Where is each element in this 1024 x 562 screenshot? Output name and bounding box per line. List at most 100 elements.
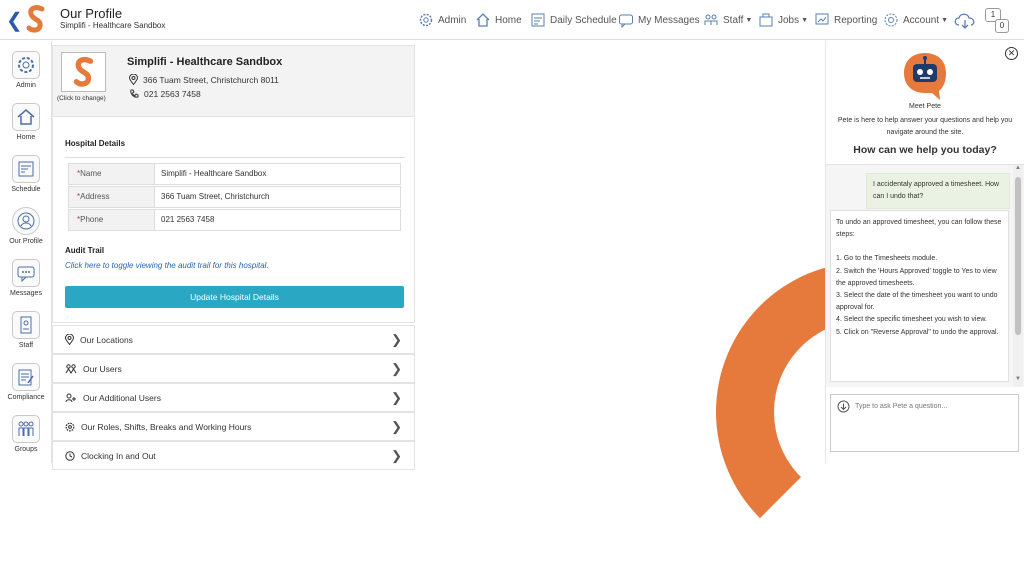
gear-icon — [419, 13, 433, 27]
profile-header: (Click to change) Simplifi - Healthcare … — [52, 45, 415, 117]
logo-caption[interactable]: (Click to change) — [57, 95, 106, 102]
download-icon[interactable] — [837, 400, 850, 413]
jobs-icon — [759, 13, 773, 27]
scrollbar-thumb[interactable] — [1015, 177, 1021, 335]
accordion-our-locations[interactable]: Our Locations ❯ — [52, 325, 415, 354]
chat-intro: Pete is here to help answer your questio… — [837, 117, 1013, 136]
sidebar-item-our-profile[interactable]: Our Profile — [0, 207, 52, 245]
name-field-row: *Name Simplifi - Healthcare Sandbox — [68, 163, 401, 185]
accordion-our-additional-users[interactable]: Our Additional Users ❯ — [52, 383, 415, 412]
chat-scrollbar[interactable]: ▲ ▼ — [1013, 165, 1023, 387]
users-icon — [65, 363, 77, 374]
field-label: *Name — [69, 164, 155, 184]
sidebar-item-label: Staff — [18, 342, 34, 349]
reporting-icon — [815, 13, 829, 25]
message-badge[interactable]: 0 — [995, 19, 1009, 33]
messages-icon — [619, 14, 633, 28]
chat-input-box — [830, 394, 1019, 452]
divider — [65, 157, 405, 158]
nav-jobs[interactable]: Jobs ▼ — [758, 10, 808, 30]
chevron-down-icon: ▼ — [745, 16, 753, 24]
audit-trail-link[interactable]: Click here to toggle viewing the audit t… — [65, 261, 269, 270]
back-arrow-icon[interactable]: ❮ — [6, 8, 23, 33]
page-title: Our Profile — [60, 6, 123, 21]
nav-staff-label: Staff — [723, 14, 744, 26]
phone-field[interactable]: 021 2563 7458 — [155, 210, 214, 230]
sidebar-item-label: Our Profile — [9, 238, 43, 245]
sidebar-item-label: Messages — [10, 290, 42, 297]
scroll-down-icon[interactable]: ▼ — [1015, 376, 1021, 382]
accordion-roles-shifts[interactable]: Our Roles, Shifts, Breaks and Working Ho… — [52, 412, 415, 441]
profile-logo[interactable] — [61, 52, 106, 92]
phone-text: 021 2563 7458 — [144, 89, 201, 99]
profile-icon — [17, 212, 35, 230]
chat-input[interactable] — [855, 399, 1015, 413]
accordion-label: Clocking In and Out — [81, 450, 156, 461]
chevron-right-icon: ❯ — [391, 390, 402, 405]
hospital-phone: 021 2563 7458 — [129, 89, 201, 99]
chevron-down-icon: ▼ — [801, 16, 809, 24]
nav-reporting-label: Reporting — [834, 14, 878, 26]
sidebar-item-compliance[interactable]: Compliance — [0, 363, 52, 401]
nav-my-messages[interactable]: My Messages — [618, 10, 700, 30]
messages-icon — [17, 266, 35, 283]
accordion-label: Our Additional Users — [83, 392, 161, 403]
chat-messages: I accidentaly approved a timesheet. How … — [826, 165, 1024, 387]
bot-message-line: 3. Select the date of the timesheet you … — [836, 292, 998, 312]
sidebar-item-label: Schedule — [11, 186, 41, 193]
nav-home[interactable]: Home — [475, 10, 522, 30]
location-icon — [65, 334, 74, 345]
add-user-icon — [65, 393, 76, 402]
sidebar-item-staff[interactable]: Staff — [0, 311, 52, 349]
name-field[interactable]: Simplifi - Healthcare Sandbox — [155, 164, 266, 184]
groups-icon — [18, 421, 34, 436]
sidebar: Admin Home Schedule Our Profile Messages… — [0, 41, 52, 463]
bot-message: To undo an approved timesheet, you can f… — [830, 210, 1009, 382]
nav-home-label: Home — [495, 14, 522, 26]
schedule-icon — [18, 161, 34, 177]
chevron-right-icon: ❯ — [391, 448, 402, 463]
meet-pete-label: Meet Pete — [909, 103, 941, 110]
bot-message-line: 2. Switch the 'Hours Approved' toggle to… — [836, 267, 997, 287]
chevron-right-icon: ❯ — [391, 419, 402, 434]
phone-icon — [130, 89, 139, 98]
nav-daily-schedule[interactable]: Daily Schedule — [530, 10, 617, 30]
address-field[interactable]: 366 Tuam Street, Christchurch — [155, 187, 270, 207]
sidebar-item-groups[interactable]: Groups — [0, 415, 52, 453]
sidebar-item-messages[interactable]: Messages — [0, 259, 52, 297]
cloud-download-icon[interactable] — [953, 11, 977, 29]
update-hospital-details-button[interactable]: Update Hospital Details — [65, 286, 404, 308]
close-icon[interactable]: ✕ — [1005, 47, 1018, 60]
clock-icon — [65, 450, 75, 461]
location-icon — [129, 74, 138, 85]
scroll-up-icon[interactable]: ▲ — [1015, 165, 1021, 171]
field-label: *Phone — [69, 210, 155, 230]
nav-reporting[interactable]: Reporting — [814, 10, 877, 30]
sidebar-item-schedule[interactable]: Schedule — [0, 155, 52, 193]
hospital-details-panel: Hospital Details *Name Simplifi - Health… — [52, 118, 415, 323]
nav-admin[interactable]: Admin — [418, 10, 466, 30]
accordion-clocking[interactable]: Clocking In and Out ❯ — [52, 441, 415, 470]
sidebar-item-label: Home — [16, 134, 36, 141]
user-message: I accidentaly approved a timesheet. How … — [866, 173, 1010, 209]
nav-account[interactable]: Account ▼ — [883, 10, 948, 30]
bot-message-line — [836, 241, 1003, 253]
gear-icon — [18, 57, 34, 73]
app-logo[interactable] — [24, 4, 48, 34]
account-icon — [884, 13, 898, 27]
audit-trail-title: Audit Trail — [65, 246, 105, 255]
accordion-label: Our Locations — [80, 334, 133, 345]
accordion-our-users[interactable]: Our Users ❯ — [52, 354, 415, 383]
chevron-right-icon: ❯ — [391, 332, 402, 347]
sidebar-item-label: Admin — [16, 82, 36, 89]
top-bar: ❮ Our Profile Simplifi - Healthcare Sand… — [0, 0, 1024, 40]
sidebar-item-admin[interactable]: Admin — [0, 51, 52, 89]
sidebar-item-home[interactable]: Home — [0, 103, 52, 141]
compliance-icon — [18, 369, 34, 386]
phone-field-row: *Phone 021 2563 7458 — [68, 209, 401, 231]
hospital-name: Simplifi - Healthcare Sandbox — [127, 56, 283, 68]
field-label: *Address — [69, 187, 155, 207]
sidebar-item-label: Groups — [14, 446, 38, 453]
nav-jobs-label: Jobs — [778, 14, 800, 26]
nav-staff[interactable]: Staff ▼ — [703, 10, 752, 30]
